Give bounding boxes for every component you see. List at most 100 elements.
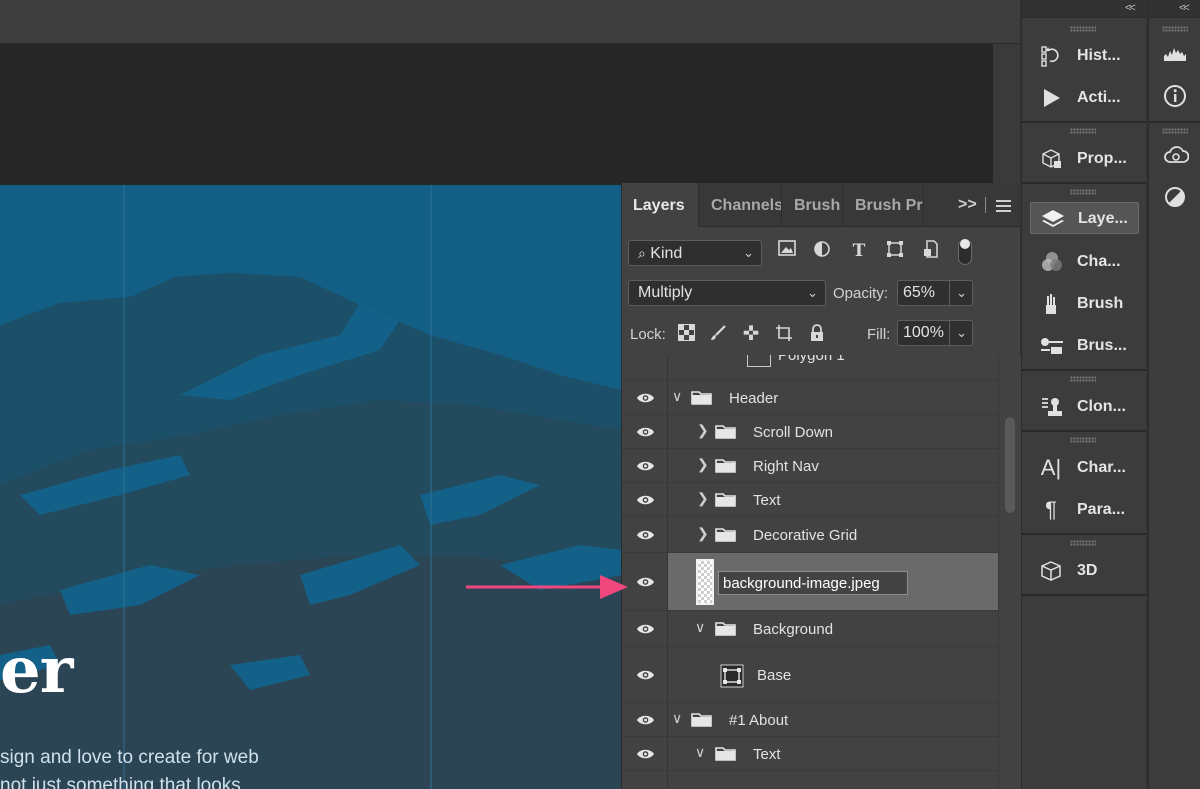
chevron-right-icon[interactable]: ❯ <box>697 456 709 473</box>
eye-icon[interactable] <box>636 494 655 506</box>
filter-kind-select[interactable]: ⌕ Kind ⌄ <box>628 240 762 266</box>
histogram-icon[interactable] <box>1163 42 1187 66</box>
layer-row-scroll-down[interactable]: ❯ Scroll Down <box>622 415 998 449</box>
layer-rename-input[interactable] <box>718 571 908 595</box>
collapse-dock-button[interactable]: << <box>1179 2 1190 14</box>
layer-row-base[interactable]: Base <box>622 647 998 703</box>
fill-field[interactable]: 100% ⌄ <box>897 320 973 346</box>
filter-adjustment-icon[interactable] <box>811 240 833 262</box>
dock-item-history[interactable]: Hist... <box>1030 40 1139 72</box>
dock-item-actions[interactable]: Acti... <box>1030 82 1139 114</box>
layer-row-right-nav[interactable]: ❯ Right Nav <box>622 449 998 483</box>
canvas-body-line-1: sign and love to create for web <box>0 747 259 768</box>
eye-icon[interactable] <box>636 748 655 760</box>
eye-icon[interactable] <box>636 576 655 588</box>
dock-item-character[interactable]: A| Char... <box>1030 452 1139 484</box>
layer-name: Text <box>753 492 781 509</box>
search-icon: ⌕ <box>638 245 646 261</box>
adjustments-icon[interactable] <box>1163 186 1187 210</box>
chevron-right-icon[interactable]: ❯ <box>697 490 709 507</box>
lock-all-icon[interactable] <box>807 324 827 344</box>
eye-icon[interactable] <box>636 460 655 472</box>
eye-icon[interactable] <box>636 669 655 681</box>
lock-position-icon[interactable]: ✜ <box>741 324 761 344</box>
filter-shape-icon[interactable] <box>884 240 906 262</box>
layers-scrollbar-thumb[interactable] <box>1005 417 1015 513</box>
folder-icon <box>715 425 736 439</box>
layers-panel: Layers Channels Brush Brush Pre >> ⌕ Kin… <box>621 183 1021 789</box>
layer-name: Right Nav <box>753 458 819 475</box>
drag-grip[interactable] <box>1162 128 1188 134</box>
history-icon <box>1040 45 1062 67</box>
eye-icon[interactable] <box>636 714 655 726</box>
folder-icon <box>715 622 736 636</box>
drag-grip[interactable] <box>1070 189 1096 195</box>
dock-item-paragraph[interactable]: ¶ Para... <box>1030 494 1139 526</box>
shape-layer-icon <box>747 355 771 367</box>
tab-brush[interactable]: Brush <box>783 183 843 227</box>
filter-toggle-switch[interactable] <box>958 239 972 265</box>
lock-transparency-icon[interactable] <box>676 324 696 344</box>
drag-grip[interactable] <box>1070 128 1096 134</box>
tab-layers[interactable]: Layers <box>622 183 699 227</box>
folder-icon <box>715 747 736 761</box>
layer-name: #1 About <box>729 712 789 729</box>
chevron-down-icon[interactable]: ∨ <box>695 744 705 761</box>
drag-grip[interactable] <box>1070 540 1096 546</box>
blend-mode-select[interactable]: Multiply ⌄ <box>628 280 826 306</box>
drag-grip[interactable] <box>1162 26 1188 32</box>
creative-cloud-icon[interactable] <box>1163 145 1190 169</box>
dock-item-clone-source[interactable]: Clon... <box>1030 391 1139 423</box>
expand-panels-button[interactable]: >> <box>958 196 977 214</box>
info-icon[interactable] <box>1163 84 1187 108</box>
filter-type-icon[interactable]: T <box>848 240 870 262</box>
opacity-field[interactable]: 65% ⌄ <box>897 280 973 306</box>
canvas-body-line-2: not just something that looks <box>0 775 241 789</box>
layer-row-header[interactable]: ∨ Header <box>622 381 998 415</box>
eye-icon[interactable] <box>636 529 655 541</box>
collapse-dock-button[interactable]: << <box>1125 2 1136 14</box>
layer-row-background-image[interactable] <box>622 553 998 611</box>
dock-item-properties[interactable]: Prop... <box>1030 143 1139 175</box>
dock-item-channels[interactable]: Cha... <box>1030 246 1139 278</box>
layer-row-text[interactable]: ❯ Text <box>622 483 998 517</box>
document-canvas[interactable]: er sign and love to create for web not j… <box>0 185 622 789</box>
dock-item-layers[interactable]: Laye... <box>1030 202 1139 234</box>
channels-icon <box>1040 251 1062 273</box>
eye-icon[interactable] <box>636 392 655 404</box>
layers-scrollbar[interactable] <box>998 355 1021 789</box>
layer-row-background-group[interactable]: ∨ Background <box>622 611 998 647</box>
tab-brush-presets[interactable]: Brush Pre <box>844 183 924 227</box>
lock-image-pixels-icon[interactable] <box>708 324 728 344</box>
filter-smart-object-icon[interactable] <box>920 240 942 262</box>
layer-row-about[interactable]: ∨ #1 About <box>622 703 998 737</box>
actions-play-icon <box>1040 87 1062 109</box>
layer-row-decorative-grid[interactable]: ❯ Decorative Grid <box>622 517 998 553</box>
tab-channels[interactable]: Channels <box>700 183 782 227</box>
chevron-right-icon[interactable]: ❯ <box>697 422 709 439</box>
dock-item-label: Para... <box>1077 501 1126 518</box>
filter-pixel-icon[interactable] <box>776 240 798 262</box>
drag-grip[interactable] <box>1070 376 1096 382</box>
folder-icon <box>715 528 736 542</box>
layer-row-polygon[interactable]: Polygon 1 <box>622 355 998 381</box>
layer-name: Background <box>753 621 834 638</box>
lock-artboard-icon[interactable] <box>774 324 794 344</box>
layer-row-about-text[interactable]: ∨ Text <box>622 737 998 771</box>
chevron-down-icon[interactable]: ∨ <box>695 619 705 636</box>
layer-name: Text <box>753 746 781 763</box>
panel-menu-icon[interactable] <box>996 200 1011 215</box>
chevron-down-icon[interactable]: ∨ <box>672 710 682 727</box>
drag-grip[interactable] <box>1070 437 1096 443</box>
eye-icon[interactable] <box>636 623 655 635</box>
chevron-down-icon[interactable]: ⌄ <box>949 281 967 305</box>
layer-name: Decorative Grid <box>753 527 858 544</box>
chevron-down-icon[interactable]: ∨ <box>672 388 682 405</box>
chevron-down-icon[interactable]: ⌄ <box>949 321 967 345</box>
chevron-right-icon[interactable]: ❯ <box>697 525 709 542</box>
dock-item-3d[interactable]: 3D <box>1030 555 1139 587</box>
dock-item-brush[interactable]: Brush <box>1030 288 1139 320</box>
drag-grip[interactable] <box>1070 26 1096 32</box>
eye-icon[interactable] <box>636 426 655 438</box>
dock-item-brush-settings[interactable]: Brus... <box>1030 330 1139 362</box>
